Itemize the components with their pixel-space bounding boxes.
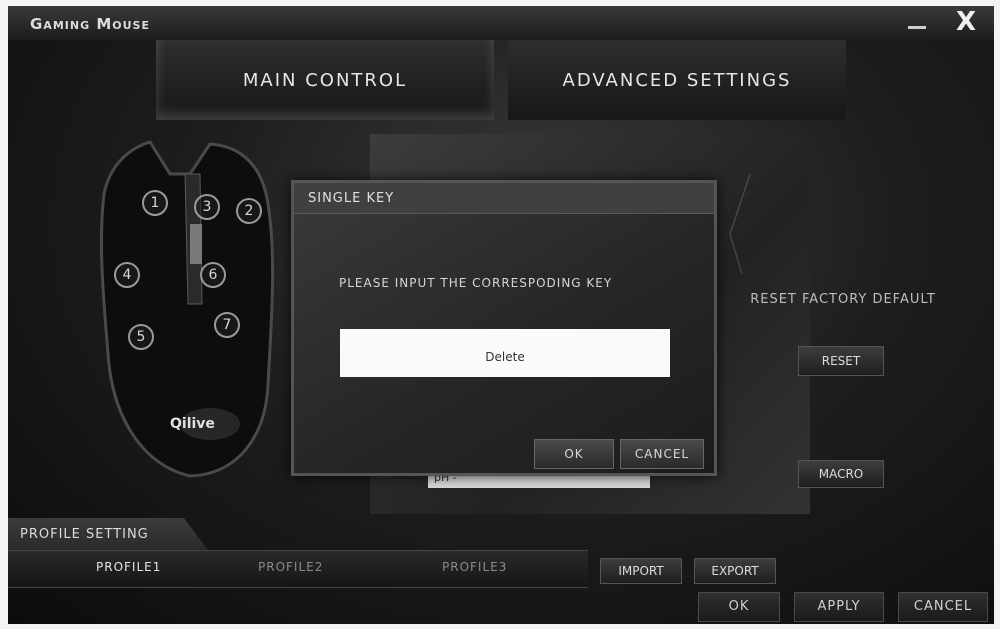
profile-tab-1[interactable]: PROFILE1 [96, 560, 161, 574]
mouse-button-2[interactable]: 2 [236, 198, 262, 224]
profile-setting-tab: PROFILE SETTING [8, 518, 208, 550]
dialog-prompt: PLEASE INPUT THE CORRESPODING KEY [339, 276, 613, 290]
mouse-button-6[interactable]: 6 [200, 262, 226, 288]
title-bar: Gaming Mouse X [8, 6, 994, 40]
mouse-button-3[interactable]: 3 [194, 194, 220, 220]
reset-button[interactable]: RESET [798, 346, 884, 376]
minimize-button[interactable] [898, 9, 936, 35]
brand-logo: Qilive [170, 416, 215, 432]
mouse-button-7[interactable]: 7 [214, 312, 240, 338]
profile-bar: PROFILE1 PROFILE2 PROFILE3 [8, 550, 588, 588]
ok-button[interactable]: OK [698, 592, 780, 622]
import-button[interactable]: IMPORT [600, 558, 682, 584]
tab-advanced-settings[interactable]: ADVANCED SETTINGS [508, 40, 846, 120]
mouse-button-5[interactable]: 5 [128, 324, 154, 350]
key-input[interactable] [340, 329, 670, 377]
cancel-button[interactable]: CANCEL [898, 592, 988, 622]
single-key-dialog: SINGLE KEY PLEASE INPUT THE CORRESPODING… [291, 180, 717, 476]
tab-main-control[interactable]: MAIN CONTROL [156, 40, 494, 120]
minimize-icon [908, 26, 926, 29]
dialog-ok-button[interactable]: OK [534, 439, 614, 469]
dialog-cancel-button[interactable]: CANCEL [620, 439, 704, 469]
dialog-title: SINGLE KEY [308, 191, 395, 206]
mouse-diagram: 1 2 3 4 5 6 7 Qilive [90, 134, 280, 484]
app-title: Gaming Mouse [30, 15, 150, 33]
profile-tab-2[interactable]: PROFILE2 [258, 560, 323, 574]
mouse-button-1[interactable]: 1 [142, 190, 168, 216]
mouse-button-4[interactable]: 4 [114, 262, 140, 288]
app-window: Gaming Mouse X MAIN CONTROL ADVANCED SET… [8, 6, 994, 624]
apply-button[interactable]: APPLY [794, 592, 884, 622]
close-button[interactable]: X [948, 7, 984, 37]
export-button[interactable]: EXPORT [694, 558, 776, 584]
macro-button[interactable]: MACRO [798, 460, 884, 488]
profile-setting-label: PROFILE SETTING [20, 527, 149, 542]
profile-tab-3[interactable]: PROFILE3 [442, 560, 507, 574]
reset-factory-heading: RESET FACTORY DEFAULT [750, 292, 936, 307]
dialog-title-bar: SINGLE KEY [294, 183, 714, 214]
